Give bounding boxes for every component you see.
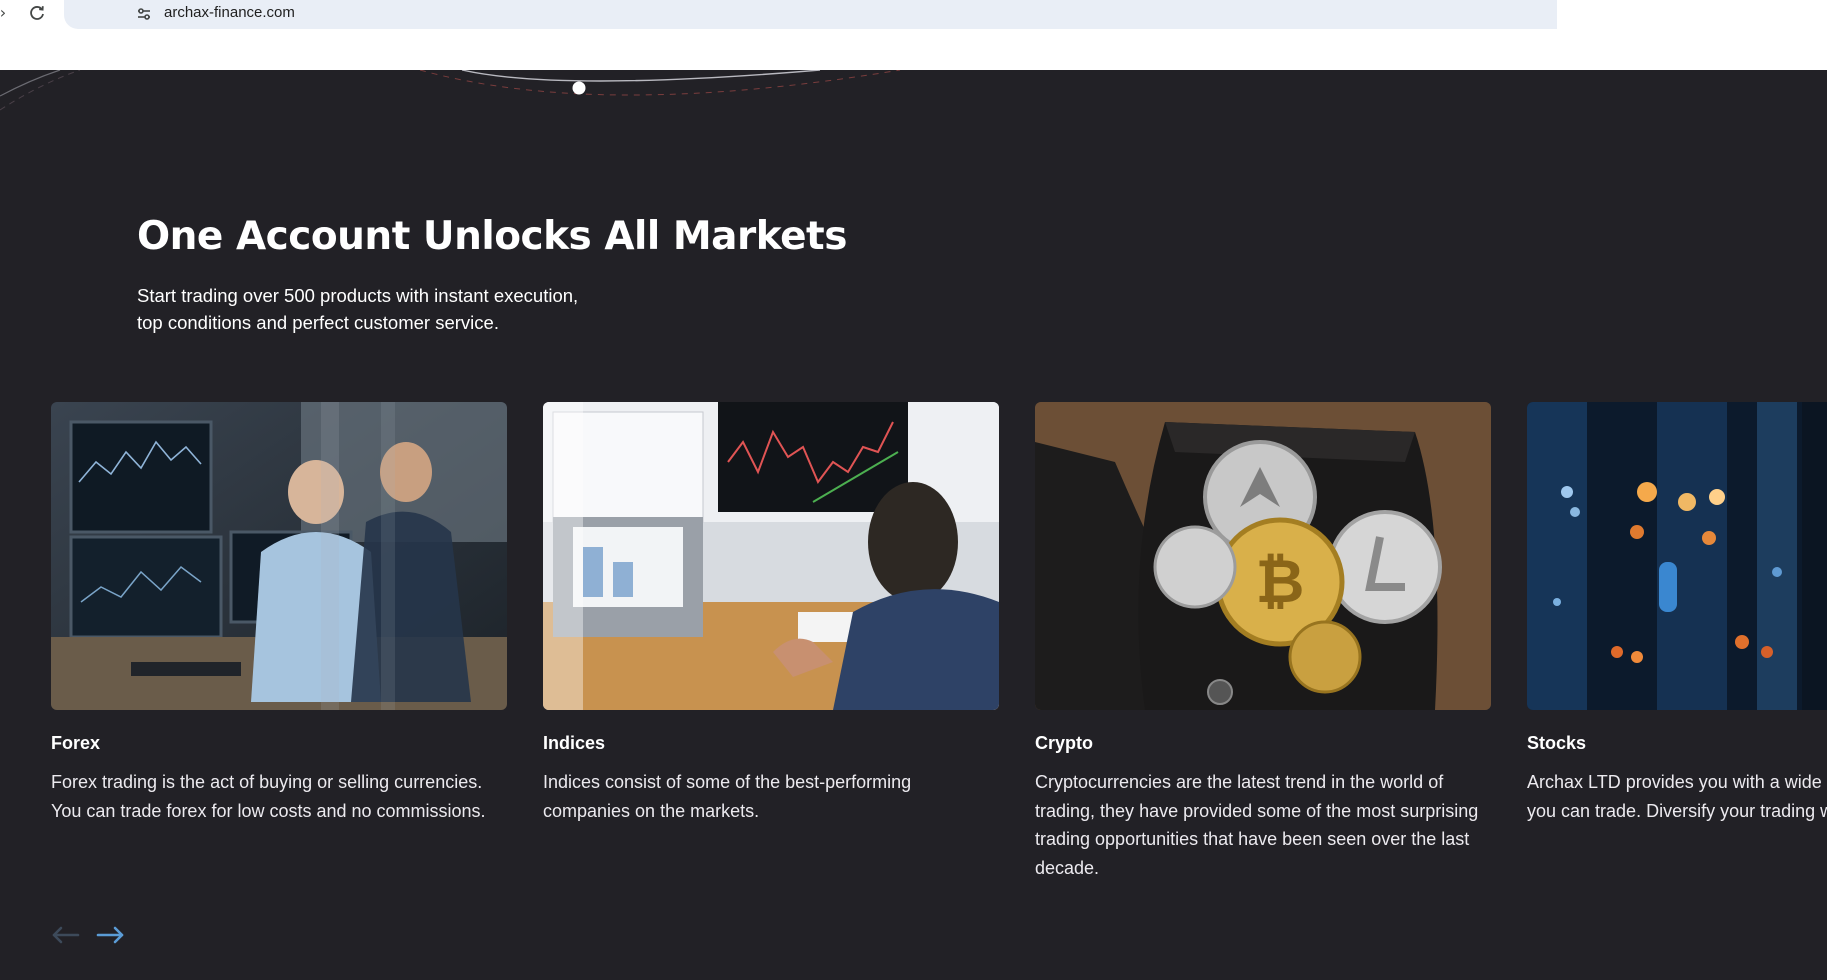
- section-subtitle: Start trading over 500 products with ins…: [137, 282, 657, 336]
- decorative-orbit-lines: [0, 70, 901, 111]
- card-title[interactable]: Stocks: [1527, 732, 1827, 754]
- card-title[interactable]: Indices: [543, 732, 999, 754]
- section-heading: One Account Unlocks All Markets: [137, 214, 847, 259]
- browser-chrome: › archax-finance.com: [0, 0, 1827, 70]
- card-description: Archax LTD provides you with a wide sele…: [1527, 772, 1827, 821]
- indices-analyst-photo: [543, 402, 999, 710]
- svg-text:₿: ₿: [1256, 547, 1305, 617]
- subtitle-line-1: Start trading over 500 products with ins…: [137, 285, 579, 306]
- stocks-city-photo: [1527, 402, 1827, 710]
- address-bar[interactable]: archax-finance.com: [64, 0, 1557, 29]
- market-card-forex[interactable]: Forex Forex trading is the act of buying…: [51, 402, 507, 825]
- reload-icon[interactable]: [26, 2, 48, 24]
- forward-icon[interactable]: ›: [0, 2, 14, 24]
- card-title[interactable]: Crypto: [1035, 732, 1491, 754]
- crypto-coins-photo: ₿: [1035, 402, 1491, 710]
- card-description: Forex trading is the act of buying or se…: [51, 772, 486, 821]
- site-info-icon[interactable]: [134, 4, 154, 24]
- url-text[interactable]: archax-finance.com: [164, 3, 295, 23]
- card-description: Cryptocurrencies are the latest trend in…: [1035, 772, 1479, 878]
- market-card-crypto[interactable]: ₿ Crypto Cryptocurrencies are the latest…: [1035, 402, 1491, 882]
- market-card-stocks[interactable]: Stocks Archax LTD provides you with a wi…: [1527, 402, 1827, 825]
- card-description: Indices consist of some of the best-perf…: [543, 772, 912, 821]
- subtitle-line-2: top conditions and perfect customer serv…: [137, 312, 499, 333]
- forex-trader-photo: [51, 402, 507, 710]
- arrow-right-icon[interactable]: [94, 922, 126, 948]
- arrow-left-icon[interactable]: [50, 922, 82, 948]
- markets-section: One Account Unlocks All Markets Start tr…: [0, 70, 1827, 980]
- card-title[interactable]: Forex: [51, 732, 507, 754]
- market-card-indices[interactable]: Indices Indices consist of some of the b…: [543, 402, 999, 825]
